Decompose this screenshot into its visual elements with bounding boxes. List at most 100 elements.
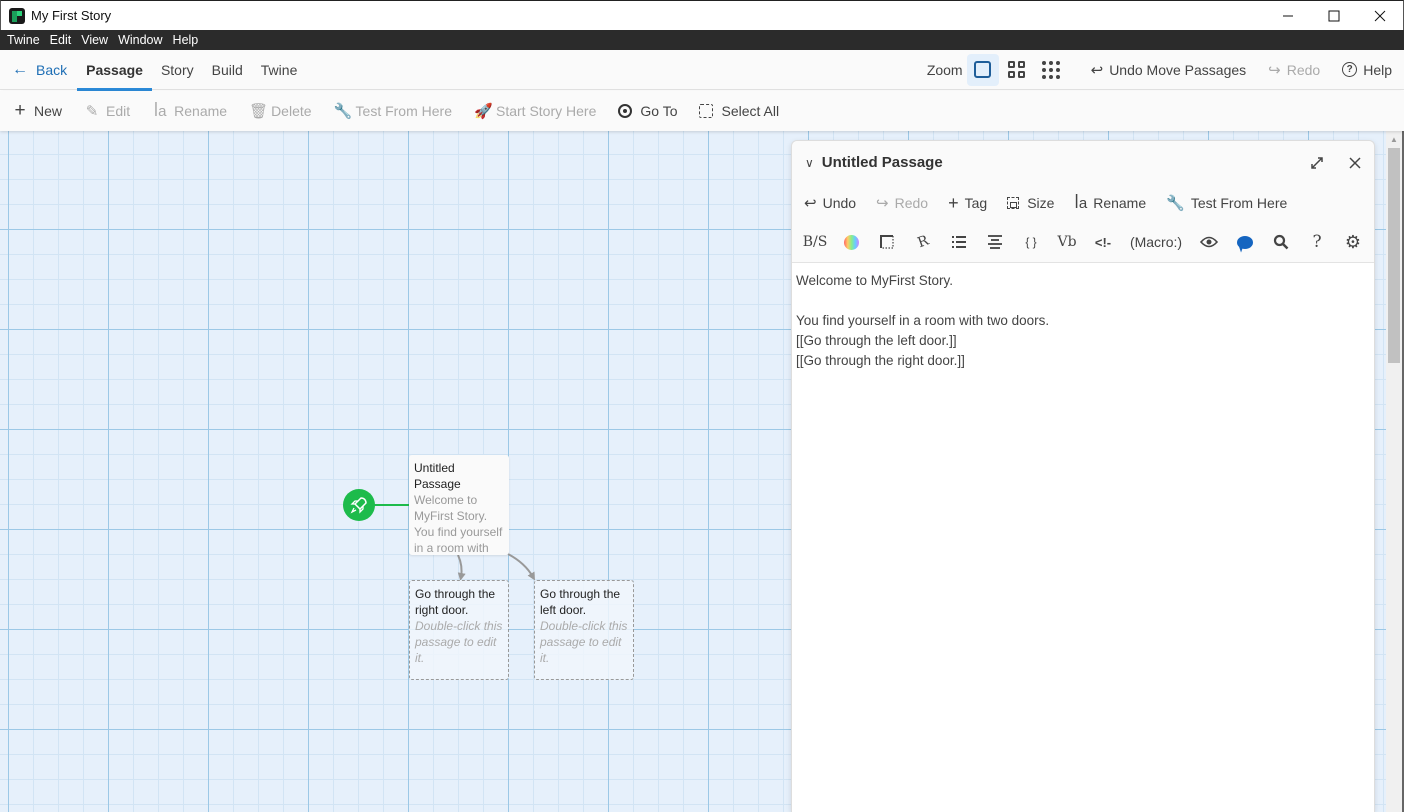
preview-button[interactable] xyxy=(1194,227,1224,257)
zoom-60-icon xyxy=(1008,61,1026,78)
collapse-whitespace-button[interactable]: { } xyxy=(1016,227,1046,257)
tooltips-button[interactable] xyxy=(1230,227,1260,257)
passage-excerpt: Double-click this passage to edit it. xyxy=(540,619,628,665)
pencil-icon: ✎ xyxy=(85,103,99,120)
scrollbar-thumb[interactable] xyxy=(1388,148,1400,363)
redo-icon: ↪ xyxy=(876,195,889,212)
close-dialog-button[interactable] xyxy=(1336,147,1374,179)
link-arrow-right-door xyxy=(457,554,466,581)
redo-button[interactable]: ↪ Redo xyxy=(1268,61,1320,79)
arrow-left-icon: ← xyxy=(12,60,28,78)
back-button[interactable]: ← Back xyxy=(12,50,67,90)
rocket-icon: 🚀 xyxy=(474,103,493,120)
help-button[interactable]: ? Help xyxy=(1342,62,1392,78)
passage-card-untitled[interactable]: Untitled Passage Welcome to MyFirst Stor… xyxy=(409,455,509,555)
maximize-dialog-button[interactable] xyxy=(1298,147,1336,179)
window-titlebar: My First Story xyxy=(0,0,1404,30)
passage-redo-button[interactable]: ↪ Redo xyxy=(876,194,928,212)
rocket-icon xyxy=(350,497,367,514)
scroll-up-icon[interactable]: ▲ xyxy=(1386,131,1402,148)
passage-undo-button[interactable]: ↩ Undo xyxy=(804,194,856,212)
vertical-scrollbar[interactable]: ▲ xyxy=(1386,131,1404,812)
select-all-icon xyxy=(699,104,714,118)
wrench-icon: 🔧 xyxy=(333,103,353,120)
menu-edit[interactable]: Edit xyxy=(45,30,77,50)
tab-build[interactable]: Build xyxy=(203,50,252,90)
new-passage-button[interactable]: + New xyxy=(12,100,62,122)
undo-move-passages-button[interactable]: ↩ Undo Move Passages xyxy=(1091,61,1247,79)
align-center-icon xyxy=(988,235,1002,249)
passage-edit-dialog: ∨ Untitled Passage ↩ Undo ↪ Redo + Tag S… xyxy=(791,140,1375,812)
tab-passage[interactable]: Passage xyxy=(77,50,152,91)
collapse-chevron-icon[interactable]: ∨ xyxy=(805,156,814,170)
tab-story[interactable]: Story xyxy=(152,50,203,90)
test-from-here-label: Test From Here xyxy=(1190,195,1288,211)
help-circle-icon: ? xyxy=(1342,62,1358,77)
go-to-button[interactable]: Go To xyxy=(618,103,677,119)
twine-app-icon xyxy=(9,7,25,24)
edit-passage-button[interactable]: ✎ Edit xyxy=(84,102,130,120)
rename-button[interactable]: ꟾa Rename xyxy=(1074,194,1146,212)
passage-card-right-door[interactable]: Go through the right door. Double-click … xyxy=(409,580,509,680)
link-arrow-left-door xyxy=(507,553,535,581)
bold-strike-icon: B/S xyxy=(802,234,828,250)
menu-window[interactable]: Window xyxy=(113,30,167,50)
settings-button[interactable]: ⚙ xyxy=(1338,227,1368,257)
zoom-30-icon xyxy=(1041,60,1060,79)
menu-view[interactable]: View xyxy=(76,30,113,50)
size-button[interactable]: Size xyxy=(1007,195,1054,211)
comment-button[interactable]: <!- xyxy=(1088,227,1118,257)
rename-label: Rename xyxy=(174,103,228,119)
harlowe-format-toolbar: B/S R { } Vb <!- (Macro:) ? ⚙ xyxy=(792,222,1374,263)
numbered-list-icon xyxy=(952,236,966,248)
test-from-here-button[interactable]: 🔧 Test From Here xyxy=(334,102,452,120)
add-tag-button[interactable]: + Tag xyxy=(948,193,987,214)
align-button[interactable] xyxy=(980,227,1010,257)
passage-toolbar: + New ✎ Edit ꟾa Rename 🗑 Delete 🔧 Test F… xyxy=(0,91,1404,131)
size-icon xyxy=(1007,197,1020,209)
zoom-30-button[interactable] xyxy=(1035,54,1067,86)
bold-strike-button[interactable]: B/S xyxy=(800,227,830,257)
passage-text-editor[interactable]: Welcome to MyFirst Story. You find yours… xyxy=(792,263,1374,379)
macro-button[interactable]: (Macro:) xyxy=(1124,227,1188,257)
undo-label: Undo xyxy=(822,195,857,211)
test-from-here-button[interactable]: 🔧 Test From Here xyxy=(1166,194,1287,212)
verbatim-button[interactable]: Vb xyxy=(1052,227,1082,257)
window-title: My First Story xyxy=(31,8,112,23)
maximize-button[interactable] xyxy=(1311,1,1357,31)
start-story-here-button[interactable]: 🚀 Start Story Here xyxy=(474,102,596,120)
top-navigation: ← Back Passage Story Build Twine Zoom ↩ … xyxy=(0,50,1404,91)
target-icon xyxy=(618,104,633,118)
colours-button[interactable] xyxy=(836,227,866,257)
comment-icon: <!- xyxy=(1094,234,1112,250)
dialog-actions: ↩ Undo ↪ Redo + Tag Size ꟾa Rename 🔧 Tes… xyxy=(792,184,1374,222)
expand-icon xyxy=(1311,156,1323,169)
passage-card-left-door[interactable]: Go through the left door. Double-click t… xyxy=(534,580,634,680)
zoom-60-button[interactable] xyxy=(1001,54,1033,86)
start-passage-marker xyxy=(343,489,375,521)
braces-icon: { } xyxy=(1025,235,1037,249)
help-button[interactable]: ? xyxy=(1302,227,1332,257)
borders-button[interactable] xyxy=(872,227,902,257)
undo-label: Undo Move Passages xyxy=(1109,61,1247,78)
redo-label: Redo xyxy=(894,195,929,211)
help-label: Help xyxy=(1363,61,1392,78)
special-text-button[interactable]: R xyxy=(908,227,938,257)
passage-title: Untitled Passage xyxy=(414,461,461,491)
rename-passage-button[interactable]: ꟾa Rename xyxy=(152,102,227,120)
undo-icon: ↩ xyxy=(1090,61,1104,79)
back-label: Back xyxy=(36,61,68,78)
minimize-button[interactable] xyxy=(1265,1,1311,31)
menu-twine[interactable]: Twine xyxy=(2,30,45,50)
passage-excerpt: Welcome to MyFirst Story. You find yours… xyxy=(414,493,503,555)
menu-help[interactable]: Help xyxy=(168,30,204,50)
delete-passage-button[interactable]: 🗑 Delete xyxy=(249,102,311,120)
list-button[interactable] xyxy=(944,227,974,257)
zoom-100-button[interactable] xyxy=(966,53,999,86)
maximize-icon xyxy=(1328,10,1340,21)
delete-label: Delete xyxy=(271,103,312,119)
select-all-button[interactable]: Select All xyxy=(699,103,779,119)
tab-twine[interactable]: Twine xyxy=(252,50,307,90)
find-replace-button[interactable] xyxy=(1266,227,1296,257)
close-window-button[interactable] xyxy=(1357,1,1403,31)
